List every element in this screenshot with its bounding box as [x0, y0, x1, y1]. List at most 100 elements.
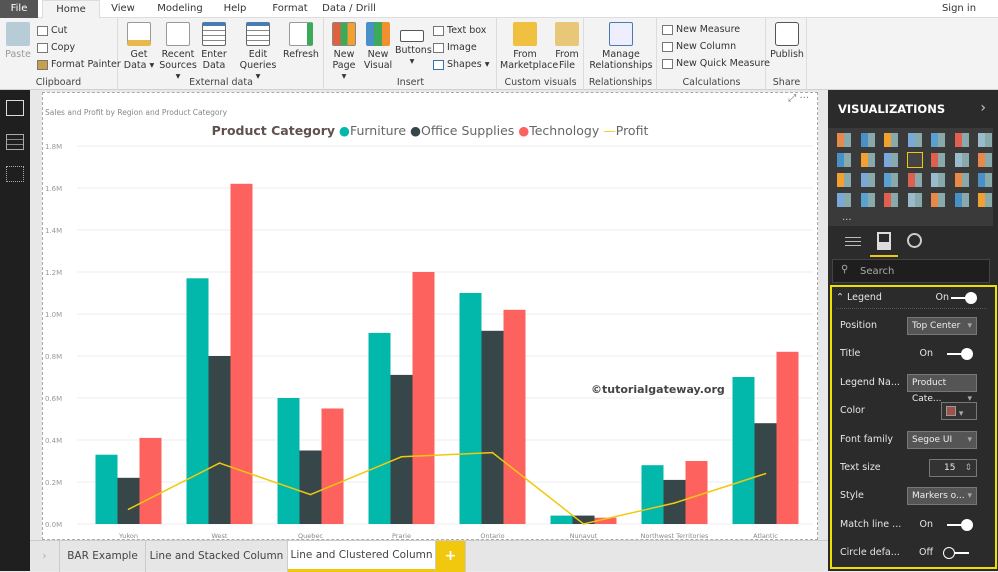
visual-type-icon[interactable]	[837, 193, 851, 207]
new-visual-button[interactable]: New Visual	[363, 22, 393, 71]
format-painter-button[interactable]: Format Painter	[37, 58, 121, 72]
dropdown-value: Top Center	[912, 321, 961, 331]
page-tab[interactable]: Line and Stacked Column	[146, 541, 288, 572]
text-box-button[interactable]: Text box	[433, 24, 486, 38]
visual-type-icon[interactable]	[978, 133, 992, 147]
format-paint-roller-icon[interactable]	[877, 232, 891, 250]
from-file-button[interactable]: From File	[552, 22, 582, 71]
x-tick-label: Prarie	[392, 532, 411, 540]
quick-measure-icon	[662, 58, 673, 69]
legend-section-header[interactable]: ⌃ Legend On	[836, 287, 987, 309]
visual-type-icon[interactable]	[906, 152, 923, 168]
visual-type-icon[interactable]	[931, 133, 945, 147]
toggle-switch[interactable]	[947, 519, 973, 531]
sign-in-link[interactable]: Sign in	[938, 0, 980, 18]
model-view-icon[interactable]	[6, 166, 24, 182]
new-page-button[interactable]: New Page ▾	[329, 22, 359, 82]
left-nav	[0, 90, 30, 571]
new-column-button[interactable]: New Column	[662, 40, 736, 54]
visual-type-icon[interactable]	[837, 153, 851, 167]
recent-sources-button[interactable]: Recent Sources ▾	[157, 22, 199, 82]
visual-type-icon[interactable]	[978, 173, 992, 187]
search-box[interactable]: ⚲ Search	[832, 259, 990, 283]
visual-type-icon[interactable]	[884, 173, 898, 187]
paste-button[interactable]: Paste	[4, 22, 32, 60]
visual-type-icon[interactable]	[860, 153, 875, 167]
visual-type-icon[interactable]	[837, 173, 851, 187]
edit-queries-button[interactable]: Edit Queries ▾	[237, 22, 279, 82]
toggle-switch[interactable]	[943, 547, 969, 559]
chevron-down-icon: ▾	[967, 435, 972, 445]
scroll-left-icon[interactable]: ›	[30, 541, 60, 572]
image-button[interactable]: Image	[433, 41, 477, 55]
legend-toggle[interactable]	[951, 292, 977, 304]
visual-type-icon[interactable]	[954, 153, 969, 167]
tab-modeling[interactable]: Modeling	[150, 0, 210, 18]
tab-home[interactable]: Home	[42, 0, 100, 18]
toggle-switch[interactable]	[947, 348, 973, 360]
dropdown[interactable]: Segoe UI ▾	[907, 431, 977, 449]
report-view-icon[interactable]	[6, 100, 24, 116]
visual-type-icon[interactable]	[954, 193, 969, 207]
chart-visual[interactable]: Sales and Profit by Region and Product C…	[42, 92, 818, 540]
page-tab-active[interactable]: Line and Clustered Column	[288, 541, 436, 572]
shapes-button[interactable]: Shapes ▾	[433, 58, 490, 72]
from-marketplace-button[interactable]: From Marketplace	[500, 22, 558, 71]
visual-type-icon[interactable]	[860, 173, 875, 187]
visual-type-icon[interactable]	[907, 173, 922, 187]
tab-help[interactable]: Help	[218, 0, 252, 18]
visual-type-icon[interactable]	[954, 173, 969, 187]
buttons-button[interactable]: Buttons ▾	[395, 22, 432, 67]
add-page-button[interactable]: +	[436, 541, 466, 572]
enter-data-button[interactable]: Enter Data	[199, 22, 229, 71]
search-input[interactable]: Search	[860, 266, 894, 277]
analytics-icon[interactable]	[907, 233, 922, 248]
visual-type-icon[interactable]	[978, 193, 992, 207]
manage-relationships-button[interactable]: Manage Relationships	[587, 22, 655, 71]
copy-button[interactable]: Copy	[37, 41, 75, 55]
visual-type-icon[interactable]	[978, 153, 992, 167]
dropdown[interactable]: Product Cate... ▾	[907, 374, 977, 404]
visual-type-icon[interactable]	[907, 133, 922, 147]
visual-type-icon[interactable]	[884, 133, 898, 147]
tab-view[interactable]: View	[104, 0, 142, 18]
bar-furniture	[550, 515, 573, 524]
dropdown[interactable]: Top Center ▾	[907, 317, 977, 335]
profit-point	[218, 462, 221, 464]
collapse-chevron-icon[interactable]: ›	[980, 100, 986, 116]
visual-type-icon[interactable]	[931, 173, 945, 187]
tab-file[interactable]: File	[0, 0, 38, 18]
color-picker[interactable]: ▾	[941, 402, 977, 420]
row-label: Circle defa...	[840, 547, 900, 558]
refresh-button[interactable]: Refresh	[283, 22, 319, 60]
calculations-group: New Measure New Column New Quick Measure…	[658, 18, 770, 90]
data-view-icon[interactable]	[6, 134, 24, 150]
tab-format[interactable]: Format	[266, 0, 314, 18]
visual-type-icon[interactable]	[884, 193, 898, 207]
new-measure-button[interactable]: New Measure	[662, 23, 740, 37]
get-data-button[interactable]: Get Data ▾	[123, 22, 155, 71]
bar-technology	[685, 461, 708, 524]
more-visuals-button[interactable]: ...	[842, 212, 852, 223]
y-tick-label: 0.4M	[45, 437, 62, 445]
dropdown[interactable]: Markers o... ▾	[907, 487, 977, 505]
text-size-stepper[interactable]: 15 ⇕	[929, 459, 977, 477]
publish-button[interactable]: Publish	[769, 22, 805, 60]
manage-relationships-label: Manage Relationships	[589, 49, 653, 71]
group-label: Relationships	[588, 77, 653, 88]
profit-point	[582, 523, 585, 525]
new-quick-measure-button[interactable]: New Quick Measure	[662, 57, 770, 71]
visual-type-icon[interactable]	[884, 153, 898, 167]
visual-type-icon[interactable]	[931, 193, 945, 207]
visual-type-icon[interactable]	[931, 153, 945, 167]
tab-data-drill[interactable]: Data / Drill	[318, 0, 380, 18]
visual-type-icon[interactable]	[860, 193, 875, 207]
visual-type-icon[interactable]	[954, 133, 969, 147]
visual-type-icon[interactable]	[907, 193, 922, 207]
visual-type-icon[interactable]	[837, 133, 851, 147]
page-tab[interactable]: BAR Example	[60, 541, 146, 572]
visual-type-icon[interactable]	[860, 133, 875, 147]
format-painter-label: Format Painter	[51, 59, 121, 70]
cut-button[interactable]: Cut	[37, 24, 67, 38]
fields-icon[interactable]	[845, 234, 861, 248]
